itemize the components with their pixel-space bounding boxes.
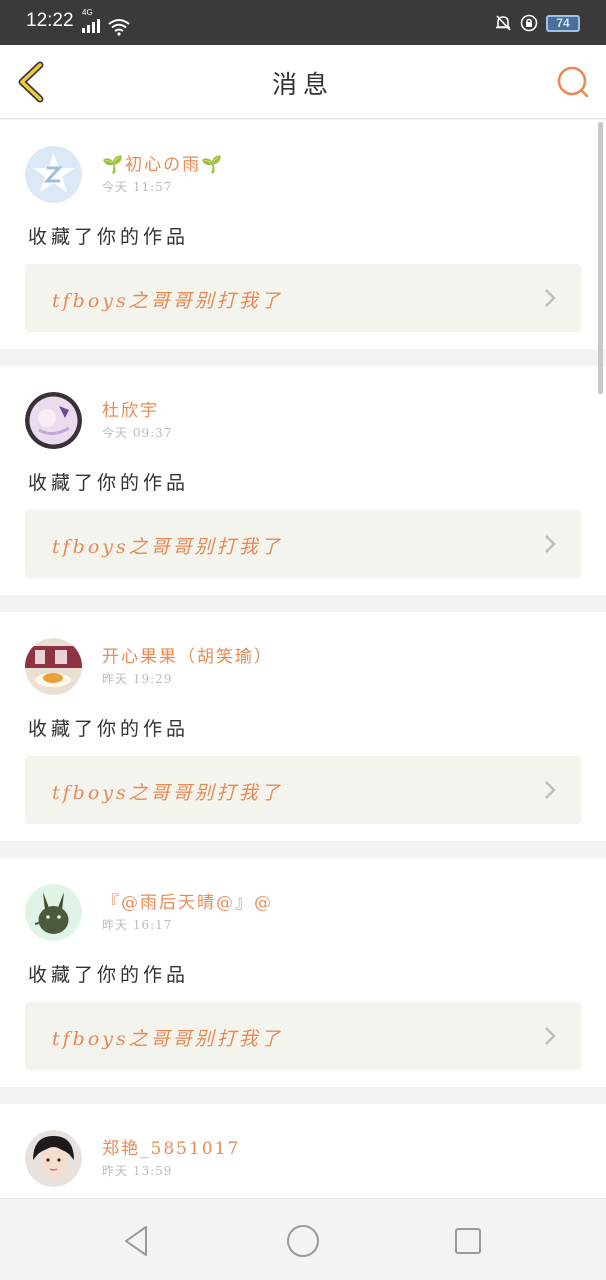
sender-name[interactable]: 郑艳_5851017 [102,1134,240,1159]
rotation-lock-icon [520,14,538,32]
app-header: 消息 [0,45,606,119]
qq-default-avatar-icon [25,146,82,203]
scrollbar[interactable] [598,122,603,394]
home-circle-icon[interactable] [285,1223,321,1259]
message-time: 今天 09:37 [102,426,173,440]
avatar[interactable] [25,638,82,695]
message-action: 收藏了你的作品 [28,964,190,986]
battery-icon: 74 [546,14,580,32]
work-link[interactable]: tfboys之哥哥别打我了 [25,264,581,332]
girl-avatar-icon [25,1130,82,1187]
message-time: 昨天 13:59 [102,1164,173,1178]
avatar[interactable] [25,392,82,449]
battery-level: 74 [556,16,570,30]
sender-name[interactable]: 杜欣宇 [102,396,159,421]
system-nav-bar [0,1198,606,1280]
bunny-avatar-icon [25,884,82,941]
bell-muted-icon [496,15,511,31]
cake-avatar-icon [25,638,82,695]
page-title: 消息 [271,70,334,99]
work-link[interactable]: tfboys之哥哥别打我了 [25,756,581,824]
chevron-right-icon [545,781,556,799]
message-time: 昨天 19:29 [102,672,173,686]
avatar[interactable] [25,884,82,941]
message-time: 昨天 16:17 [102,918,173,932]
message-card: 开心果果（胡笑瑜） 昨天 19:29 收藏了你的作品 tfboys之哥哥别打我了 [0,612,606,841]
work-title: tfboys之哥哥别打我了 [52,782,283,804]
avatar[interactable] [25,146,82,203]
message-list[interactable]: 🌱初心の雨🌱 今天 11:57 收藏了你的作品 tfboys之哥哥别打我了 杜欣… [0,120,606,1198]
message-card: 杜欣宇 今天 09:37 收藏了你的作品 tfboys之哥哥别打我了 [0,366,606,595]
message-card: 郑艳_5851017 昨天 13:59 [0,1104,606,1198]
chevron-right-icon [545,289,556,307]
sender-name[interactable]: 『@雨后天晴@』@ [102,888,273,913]
work-link[interactable]: tfboys之哥哥别打我了 [25,510,581,578]
signal-icon: 4G [82,8,100,33]
chevron-right-icon [545,1027,556,1045]
wifi-icon [108,19,130,36]
work-title: tfboys之哥哥别打我了 [52,1028,283,1050]
message-time: 今天 11:57 [102,180,173,194]
sender-name[interactable]: 🌱初心の雨🌱 [102,150,224,175]
message-action: 收藏了你的作品 [28,472,190,494]
sender-name[interactable]: 开心果果（胡笑瑜） [102,642,273,667]
back-triangle-icon[interactable] [118,1223,154,1259]
work-link[interactable]: tfboys之哥哥别打我了 [25,1002,581,1070]
search-icon[interactable] [554,63,592,101]
status-time: 12:22 [26,10,74,31]
status-bar: 12:22 4G 74 [0,0,606,45]
message-action: 收藏了你的作品 [28,226,190,248]
work-title: tfboys之哥哥别打我了 [52,290,283,312]
recents-square-icon[interactable] [450,1223,486,1259]
chevron-right-icon [545,535,556,553]
message-card: 🌱初心の雨🌱 今天 11:57 收藏了你的作品 tfboys之哥哥别打我了 [0,120,606,349]
anime-avatar-icon [25,392,82,449]
message-action: 收藏了你的作品 [28,718,190,740]
network-type: 4G [82,8,93,17]
avatar[interactable] [25,1130,82,1187]
message-card: 『@雨后天晴@』@ 昨天 16:17 收藏了你的作品 tfboys之哥哥别打我了 [0,858,606,1087]
work-title: tfboys之哥哥别打我了 [52,536,283,558]
